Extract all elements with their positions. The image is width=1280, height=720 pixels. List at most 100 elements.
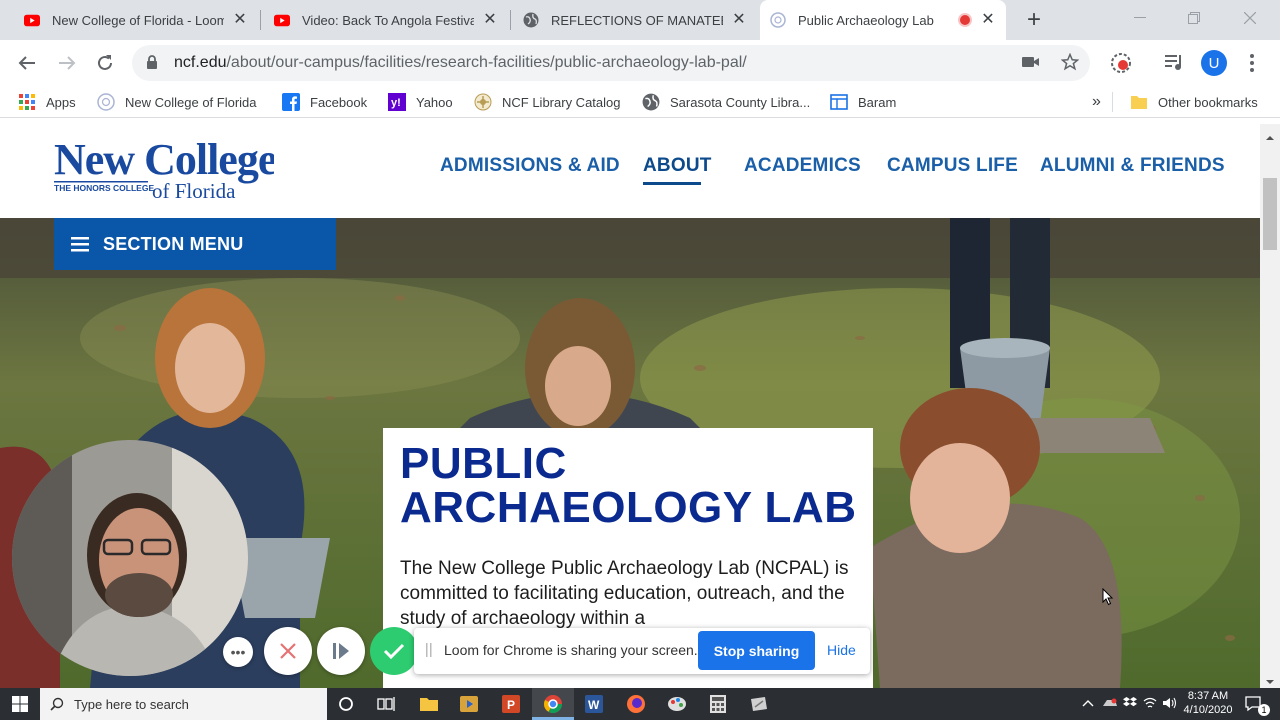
tray-app-icon[interactable] — [1102, 696, 1118, 714]
taskbar-search-box[interactable]: Type here to search — [40, 688, 327, 720]
tab-strip: New College of Florida - Loom ✕ Video: B… — [0, 0, 1280, 40]
bookmark-apps[interactable]: Apps — [18, 92, 76, 112]
camera-icon[interactable] — [1022, 55, 1040, 74]
bookmark-ncf-library[interactable]: NCF Library Catalog — [474, 92, 621, 112]
youtube-icon — [274, 12, 290, 28]
minimize-button[interactable] — [1120, 0, 1160, 36]
bookmark-star-icon[interactable] — [1060, 52, 1080, 76]
powerpoint-icon[interactable]: P — [499, 692, 523, 716]
search-icon — [50, 697, 64, 711]
loom-pause-button[interactable] — [317, 627, 365, 675]
bookmark-label: Baram — [858, 94, 897, 110]
tab-3[interactable]: REFLECTIONS OF MANATEE ✕ — [513, 0, 757, 40]
logo-line2: of Florida — [152, 179, 236, 203]
taskbar-clock[interactable]: 8:37 AM 4/10/2020 — [1180, 689, 1236, 717]
nav-academics[interactable]: ACADEMICS — [744, 155, 861, 177]
scrollbar-thumb[interactable] — [1263, 178, 1277, 250]
media-control-icon[interactable] — [1164, 53, 1184, 76]
notification-badge: 1 — [1258, 704, 1270, 716]
ncf-seal-icon — [97, 93, 115, 111]
webcam-feed — [12, 440, 248, 676]
close-tab-icon[interactable]: ✕ — [482, 12, 498, 28]
paint-icon[interactable] — [665, 692, 689, 716]
loom-finish-button[interactable] — [370, 627, 418, 675]
back-button[interactable] — [12, 48, 42, 78]
bookmark-facebook[interactable]: Facebook — [282, 92, 367, 112]
scroll-down-icon[interactable] — [1264, 674, 1276, 684]
ncf-seal-icon — [770, 12, 786, 28]
sharing-message: Loom for Chrome is sharing your screen. — [444, 642, 698, 658]
search-placeholder: Type here to search — [74, 696, 189, 712]
bookmark-label: Sarasota County Libra... — [670, 94, 811, 110]
close-tab-icon[interactable]: ✕ — [232, 12, 248, 28]
bookmarks-overflow-button[interactable]: » — [1092, 92, 1101, 112]
bookmark-label: Facebook — [310, 94, 368, 110]
drag-handle-icon[interactable] — [426, 643, 432, 657]
tab-1[interactable]: New College of Florida - Loom ✕ — [14, 0, 258, 40]
volume-icon[interactable] — [1162, 696, 1178, 714]
forward-button[interactable] — [52, 48, 82, 78]
close-tab-icon[interactable]: ✕ — [731, 12, 747, 28]
page-icon — [830, 93, 848, 111]
hide-button[interactable]: Hide — [827, 642, 856, 658]
globe-icon — [523, 12, 539, 28]
restore-button[interactable] — [1174, 0, 1214, 36]
nav-about[interactable]: ABOUT — [643, 155, 712, 177]
tab-2[interactable]: Video: Back To Angola Festival ✕ — [264, 0, 508, 40]
scroll-up-icon[interactable] — [1264, 130, 1276, 140]
bookmark-yahoo[interactable]: y! Yahoo — [388, 92, 453, 112]
firefox-icon[interactable] — [624, 692, 648, 716]
media-player-icon[interactable] — [457, 692, 481, 716]
loom-more-button[interactable]: ••• — [223, 637, 253, 667]
bookmark-baram[interactable]: Baram — [830, 92, 896, 112]
dropbox-icon[interactable] — [1123, 696, 1137, 714]
svg-text:W: W — [588, 698, 600, 712]
profile-avatar[interactable]: U — [1201, 50, 1227, 76]
bookmarks-divider — [1112, 92, 1113, 112]
close-window-button[interactable] — [1230, 0, 1270, 36]
youtube-icon — [24, 12, 40, 28]
task-view-icon[interactable] — [374, 692, 398, 716]
word-icon[interactable]: W — [582, 692, 606, 716]
svg-text:P: P — [507, 698, 515, 712]
checkmark-icon — [383, 643, 405, 660]
stop-sharing-button[interactable]: Stop sharing — [698, 631, 815, 670]
url-host: ncf.edu — [174, 54, 227, 71]
nav-admissions[interactable]: ADMISSIONS & AID — [440, 155, 620, 177]
wifi-icon[interactable] — [1143, 696, 1157, 714]
windows-start-icon[interactable] — [8, 692, 32, 716]
section-menu-label: SECTION MENU — [103, 233, 244, 254]
loom-cancel-button[interactable] — [264, 627, 312, 675]
globe-icon — [642, 93, 660, 111]
tab-title: REFLECTIONS OF MANATEE — [551, 12, 723, 28]
cortana-icon[interactable] — [334, 692, 358, 716]
section-menu-button[interactable]: SECTION MENU — [54, 218, 336, 270]
bookmark-label: NCF Library Catalog — [502, 94, 621, 110]
logo-tagline: THE HONORS COLLEGE — [54, 183, 154, 193]
tab-active[interactable]: Public Archaeology Lab ✕ — [760, 0, 1006, 40]
file-explorer-icon[interactable] — [417, 692, 441, 716]
snipping-tool-icon[interactable] — [747, 692, 771, 716]
nav-campus-life[interactable]: CAMPUS LIFE — [887, 155, 1018, 177]
close-tab-icon[interactable]: ✕ — [980, 12, 996, 28]
url-text: ncf.edu/about/our-campus/facilities/rese… — [174, 54, 747, 72]
chrome-menu-icon[interactable] — [1244, 52, 1260, 74]
ncf-logo[interactable]: New College THE HONORS COLLEGE of Florid… — [54, 134, 278, 204]
webcam-bubble[interactable] — [12, 440, 248, 676]
logo-line1: New College — [54, 135, 274, 184]
lock-icon — [146, 55, 158, 75]
tray-expand-icon[interactable] — [1082, 696, 1094, 710]
nav-alumni-friends[interactable]: ALUMNI & FRIENDS — [1040, 155, 1225, 177]
new-tab-button[interactable]: + — [1022, 6, 1046, 34]
library-icon — [474, 93, 492, 111]
chrome-icon[interactable] — [541, 692, 565, 716]
reload-button[interactable] — [90, 48, 120, 78]
calculator-icon[interactable] — [706, 692, 730, 716]
loom-extension-icon[interactable] — [1110, 52, 1132, 79]
bookmark-new-college[interactable]: New College of Florida — [97, 92, 257, 112]
intro-text: The New College Public Archaeology Lab (… — [400, 558, 849, 629]
folder-icon — [1130, 93, 1148, 111]
bookmark-sarasota-library[interactable]: Sarasota County Libra... — [642, 92, 810, 112]
other-bookmarks[interactable]: Other bookmarks — [1130, 92, 1258, 112]
nav-active-underline — [643, 182, 701, 185]
